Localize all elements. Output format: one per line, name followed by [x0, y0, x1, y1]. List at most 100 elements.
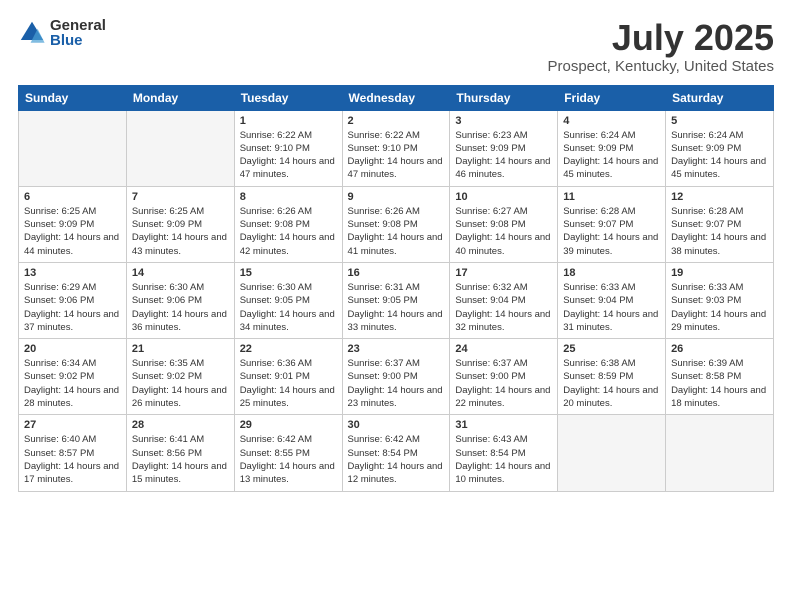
day-info: Sunrise: 6:42 AM Sunset: 8:54 PM Dayligh… — [348, 433, 445, 486]
weekday-header-monday: Monday — [126, 85, 234, 110]
day-number: 3 — [455, 115, 552, 127]
day-number: 7 — [132, 191, 229, 203]
calendar-cell: 7Sunrise: 6:25 AM Sunset: 9:09 PM Daylig… — [126, 186, 234, 262]
day-info: Sunrise: 6:24 AM Sunset: 9:09 PM Dayligh… — [563, 129, 660, 182]
calendar-cell: 22Sunrise: 6:36 AM Sunset: 9:01 PM Dayli… — [234, 339, 342, 415]
calendar-cell: 18 Sunrise: 6:33 AM Sunset: 9:04 PM Dayli… — [558, 262, 666, 338]
calendar-cell: 21Sunrise: 6:35 AM Sunset: 9:02 PM Dayli… — [126, 339, 234, 415]
weekday-header-wednesday: Wednesday — [342, 85, 450, 110]
calendar-week-row: 6Sunrise: 6:25 AM Sunset: 9:09 PM Daylig… — [19, 186, 774, 262]
day-info: Sunrise: 6:38 AM Sunset: 8:59 PM Dayligh… — [563, 357, 660, 410]
day-info: Sunrise: 6:23 AM Sunset: 9:09 PM Dayligh… — [455, 129, 552, 182]
calendar-cell: 30 Sunrise: 6:42 AM Sunset: 8:54 PM Dayli… — [342, 415, 450, 491]
calendar-cell: 20 Sunrise: 6:34 AM Sunset: 9:02 PM Dayli… — [19, 339, 127, 415]
calendar-cell: 8 Sunrise: 6:26 AM Sunset: 9:08 PM Daylig… — [234, 186, 342, 262]
day-info: Sunrise: 6:35 AM Sunset: 9:02 PM Dayligh… — [132, 357, 229, 410]
calendar-cell: 10Sunrise: 6:27 AM Sunset: 9:08 PM Dayli… — [450, 186, 558, 262]
logo: General Blue — [18, 18, 106, 48]
day-number: 12 — [671, 191, 768, 203]
day-info: Sunrise: 6:22 AM Sunset: 9:10 PM Dayligh… — [348, 129, 445, 182]
calendar-cell: 4 Sunrise: 6:24 AM Sunset: 9:09 PM Daylig… — [558, 110, 666, 186]
day-number: 4 — [563, 115, 660, 127]
calendar-cell — [19, 110, 127, 186]
day-number: 11 — [563, 191, 660, 203]
calendar-cell — [558, 415, 666, 491]
day-info: Sunrise: 6:42 AM Sunset: 8:55 PM Dayligh… — [240, 433, 337, 486]
day-info: Sunrise: 6:26 AM Sunset: 9:08 PM Dayligh… — [240, 205, 337, 258]
logo-general: General — [50, 18, 106, 33]
day-number: 23 — [348, 343, 445, 355]
day-number: 13 — [24, 267, 121, 279]
day-number: 30 — [348, 419, 445, 431]
calendar-cell: 13 Sunrise: 6:29 AM Sunset: 9:06 PM Dayli… — [19, 262, 127, 338]
day-info: Sunrise: 6:37 AM Sunset: 9:00 PM Dayligh… — [348, 357, 445, 410]
calendar-cell: 6Sunrise: 6:25 AM Sunset: 9:09 PM Daylig… — [19, 186, 127, 262]
weekday-header-friday: Friday — [558, 85, 666, 110]
day-info: Sunrise: 6:41 AM Sunset: 8:56 PM Dayligh… — [132, 433, 229, 486]
calendar-week-row: 20 Sunrise: 6:34 AM Sunset: 9:02 PM Dayli… — [19, 339, 774, 415]
day-number: 8 — [240, 191, 337, 203]
day-number: 5 — [671, 115, 768, 127]
day-number: 6 — [24, 191, 121, 203]
calendar-cell: 9Sunrise: 6:26 AM Sunset: 9:08 PM Daylig… — [342, 186, 450, 262]
day-number: 14 — [132, 267, 229, 279]
day-number: 2 — [348, 115, 445, 127]
calendar-cell: 19Sunrise: 6:33 AM Sunset: 9:03 PM Dayli… — [666, 262, 774, 338]
calendar-cell: 23 Sunrise: 6:37 AM Sunset: 9:00 PM Dayli… — [342, 339, 450, 415]
day-number: 26 — [671, 343, 768, 355]
day-info: Sunrise: 6:39 AM Sunset: 8:58 PM Dayligh… — [671, 357, 768, 410]
day-info: Sunrise: 6:31 AM Sunset: 9:05 PM Dayligh… — [348, 281, 445, 334]
day-number: 28 — [132, 419, 229, 431]
day-number: 31 — [455, 419, 552, 431]
calendar-cell: 5Sunrise: 6:24 AM Sunset: 9:09 PM Daylig… — [666, 110, 774, 186]
day-number: 16 — [348, 267, 445, 279]
page: General Blue July 2025 Prospect, Kentuck… — [0, 0, 792, 612]
calendar-cell: 15Sunrise: 6:30 AM Sunset: 9:05 PM Dayli… — [234, 262, 342, 338]
calendar-cell: 1 Sunrise: 6:22 AM Sunset: 9:10 PM Daylig… — [234, 110, 342, 186]
day-info: Sunrise: 6:32 AM Sunset: 9:04 PM Dayligh… — [455, 281, 552, 334]
day-number: 25 — [563, 343, 660, 355]
day-info: Sunrise: 6:40 AM Sunset: 8:57 PM Dayligh… — [24, 433, 121, 486]
calendar-cell — [126, 110, 234, 186]
day-number: 24 — [455, 343, 552, 355]
weekday-header-saturday: Saturday — [666, 85, 774, 110]
day-info: Sunrise: 6:34 AM Sunset: 9:02 PM Dayligh… — [24, 357, 121, 410]
day-number: 20 — [24, 343, 121, 355]
day-number: 10 — [455, 191, 552, 203]
weekday-header-thursday: Thursday — [450, 85, 558, 110]
day-number: 17 — [455, 267, 552, 279]
calendar-cell: 16 Sunrise: 6:31 AM Sunset: 9:05 PM Dayli… — [342, 262, 450, 338]
day-number: 29 — [240, 419, 337, 431]
day-number: 27 — [24, 419, 121, 431]
calendar-cell: 2 Sunrise: 6:22 AM Sunset: 9:10 PM Daylig… — [342, 110, 450, 186]
weekday-header-sunday: Sunday — [19, 85, 127, 110]
day-number: 15 — [240, 267, 337, 279]
title-month: July 2025 — [547, 18, 774, 58]
weekday-header-row: SundayMondayTuesdayWednesdayThursdayFrid… — [19, 85, 774, 110]
calendar-cell: 3 Sunrise: 6:23 AM Sunset: 9:09 PM Daylig… — [450, 110, 558, 186]
day-info: Sunrise: 6:22 AM Sunset: 9:10 PM Dayligh… — [240, 129, 337, 182]
calendar-cell: 12 Sunrise: 6:28 AM Sunset: 9:07 PM Dayli… — [666, 186, 774, 262]
day-info: Sunrise: 6:29 AM Sunset: 9:06 PM Dayligh… — [24, 281, 121, 334]
calendar-week-row: 27 Sunrise: 6:40 AM Sunset: 8:57 PM Dayli… — [19, 415, 774, 491]
day-info: Sunrise: 6:30 AM Sunset: 9:06 PM Dayligh… — [132, 281, 229, 334]
calendar-week-row: 13 Sunrise: 6:29 AM Sunset: 9:06 PM Dayli… — [19, 262, 774, 338]
calendar-cell: 26 Sunrise: 6:39 AM Sunset: 8:58 PM Dayli… — [666, 339, 774, 415]
calendar-cell: 24 Sunrise: 6:37 AM Sunset: 9:00 PM Dayli… — [450, 339, 558, 415]
day-info: Sunrise: 6:28 AM Sunset: 9:07 PM Dayligh… — [671, 205, 768, 258]
calendar-cell: 27 Sunrise: 6:40 AM Sunset: 8:57 PM Dayli… — [19, 415, 127, 491]
calendar-week-row: 1 Sunrise: 6:22 AM Sunset: 9:10 PM Daylig… — [19, 110, 774, 186]
day-info: Sunrise: 6:33 AM Sunset: 9:04 PM Dayligh… — [563, 281, 660, 334]
day-number: 18 — [563, 267, 660, 279]
title-location: Prospect, Kentucky, United States — [547, 58, 774, 75]
title-block: July 2025 Prospect, Kentucky, United Sta… — [547, 18, 774, 75]
day-number: 1 — [240, 115, 337, 127]
day-info: Sunrise: 6:33 AM Sunset: 9:03 PM Dayligh… — [671, 281, 768, 334]
day-info: Sunrise: 6:43 AM Sunset: 8:54 PM Dayligh… — [455, 433, 552, 486]
calendar-cell: 29 Sunrise: 6:42 AM Sunset: 8:55 PM Dayli… — [234, 415, 342, 491]
day-info: Sunrise: 6:37 AM Sunset: 9:00 PM Dayligh… — [455, 357, 552, 410]
day-info: Sunrise: 6:28 AM Sunset: 9:07 PM Dayligh… — [563, 205, 660, 258]
calendar-table: SundayMondayTuesdayWednesdayThursdayFrid… — [18, 85, 774, 492]
calendar-cell: 28 Sunrise: 6:41 AM Sunset: 8:56 PM Dayli… — [126, 415, 234, 491]
day-info: Sunrise: 6:26 AM Sunset: 9:08 PM Dayligh… — [348, 205, 445, 258]
